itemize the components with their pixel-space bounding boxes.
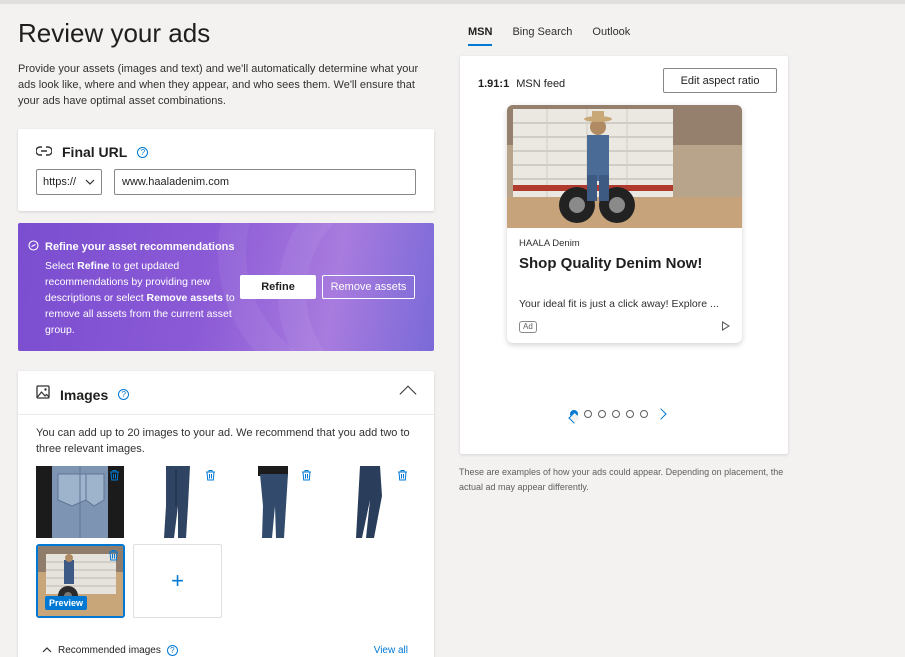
- link-icon: [35, 143, 53, 161]
- protocol-value: https://: [43, 176, 77, 188]
- placement-label: 1.91:1 MSN feed: [478, 78, 565, 90]
- placement-name: MSN feed: [516, 78, 566, 90]
- sparkle-icon: [28, 240, 39, 254]
- preview-pager: [568, 408, 667, 424]
- refine-title: Refine your asset recommendations: [45, 241, 235, 253]
- preview-badge: Preview: [45, 596, 88, 610]
- ad-badge: Ad: [519, 321, 537, 333]
- images-card: Images ? You can add up to 20 images to …: [18, 371, 434, 657]
- trash-icon[interactable]: [395, 469, 409, 483]
- tab-outlook[interactable]: Outlook: [592, 26, 630, 46]
- images-header: Images ?: [36, 385, 130, 404]
- collapse-chevron-icon[interactable]: [399, 385, 417, 403]
- adchoices-icon[interactable]: [722, 321, 730, 331]
- recommended-images-toggle[interactable]: Recommended images ?: [42, 645, 178, 656]
- trash-icon[interactable]: [203, 469, 217, 483]
- ad-image: [507, 105, 742, 228]
- tab-bing-search[interactable]: Bing Search: [512, 26, 572, 46]
- image-thumbnail[interactable]: [228, 466, 316, 538]
- image-thumbnail[interactable]: [132, 466, 220, 538]
- refine-button[interactable]: Refine: [240, 275, 316, 299]
- images-label: Images: [60, 386, 109, 403]
- aspect-ratio-value: 1.91:1: [478, 78, 510, 90]
- pager-dot[interactable]: [612, 410, 620, 418]
- final-url-card: Final URL ? https://: [18, 129, 434, 211]
- image-thumbnail[interactable]: [36, 466, 124, 538]
- pager-dot[interactable]: [640, 410, 648, 418]
- remove-assets-button[interactable]: Remove assets: [322, 275, 415, 299]
- ad-headline: Shop Quality Denim Now!: [519, 255, 703, 272]
- final-url-label: Final URL: [62, 144, 128, 160]
- preview-disclaimer: These are examples of how your ads could…: [459, 467, 784, 492]
- divider: [18, 414, 434, 415]
- protocol-dropdown[interactable]: https://: [36, 169, 102, 195]
- final-url-header: Final URL ?: [35, 143, 149, 161]
- preview-tabs: MSN Bing Search Outlook: [468, 26, 630, 46]
- images-description: You can add up to 20 images to your ad. …: [36, 427, 410, 455]
- refine-text-bold: Refine: [77, 260, 110, 272]
- pager-dot[interactable]: [584, 410, 592, 418]
- ad-brand: HAALA Denim: [519, 238, 580, 249]
- recommended-images-label: Recommended images: [58, 645, 161, 656]
- help-icon[interactable]: ?: [118, 389, 130, 400]
- view-all-link[interactable]: View all: [374, 645, 408, 656]
- page-title: Review your ads: [18, 18, 211, 48]
- final-url-input[interactable]: [114, 169, 416, 195]
- chevron-up-icon: [42, 645, 52, 656]
- next-arrow-icon[interactable]: [655, 408, 667, 420]
- pager-dot[interactable]: [598, 410, 606, 418]
- image-thumbnail[interactable]: [324, 466, 412, 538]
- refine-banner: Refine your asset recommendations Select…: [18, 223, 434, 351]
- edit-aspect-ratio-button[interactable]: Edit aspect ratio: [663, 68, 777, 93]
- pager-dot[interactable]: [626, 410, 634, 418]
- help-icon[interactable]: ?: [137, 146, 149, 158]
- add-image-button[interactable]: +: [133, 544, 222, 618]
- refine-text-bold: Remove assets: [146, 292, 224, 304]
- help-icon[interactable]: ?: [166, 645, 178, 656]
- ad-preview[interactable]: HAALA Denim Shop Quality Denim Now! Your…: [507, 105, 742, 343]
- refine-description: Select Refine to get updated recommendat…: [45, 258, 235, 338]
- trash-icon[interactable]: [299, 469, 313, 483]
- ad-description: Your ideal fit is just a click away! Exp…: [519, 298, 719, 310]
- tab-msn[interactable]: MSN: [468, 26, 493, 46]
- chevron-down-icon: [85, 176, 95, 188]
- image-icon: [36, 385, 50, 404]
- trash-icon[interactable]: [106, 549, 120, 563]
- trash-icon[interactable]: [107, 469, 121, 483]
- image-thumbnail-selected[interactable]: Preview: [36, 544, 125, 618]
- refine-title-row: Refine your asset recommendations: [28, 240, 235, 254]
- page-intro: Provide your assets (images and text) an…: [18, 63, 419, 107]
- refine-text-part: Select: [45, 260, 78, 272]
- ad-preview-card: 1.91:1 MSN feed Edit aspect ratio HAALA …: [460, 56, 788, 454]
